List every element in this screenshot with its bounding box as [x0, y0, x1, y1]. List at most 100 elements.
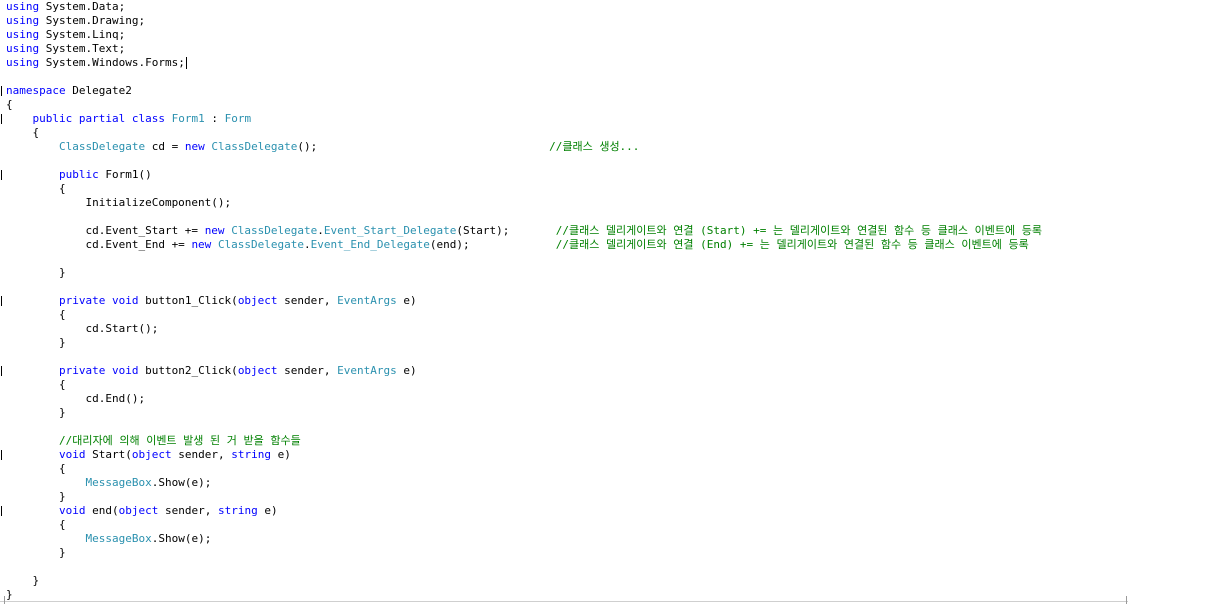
code-editor[interactable]: using System.Data; using System.Drawing; u…: [0, 0, 1216, 604]
outline-collapse-marker[interactable]: [1, 506, 2, 516]
type-token: Event_End_Delegate: [310, 238, 430, 251]
code-line[interactable]: {: [6, 308, 66, 322]
outline-collapse-marker[interactable]: [1, 114, 2, 124]
keyword-token: using: [6, 42, 40, 55]
keyword-token: namespace: [6, 84, 66, 97]
keyword-token: public: [58, 168, 99, 181]
outline-collapse-marker[interactable]: [1, 86, 2, 96]
code-line[interactable]: public partial class Form1 : Form: [6, 112, 252, 126]
type-token: Event_Start_Delegate: [323, 224, 457, 237]
keyword-token: void: [111, 294, 139, 307]
code-line[interactable]: cd.Event_End += new ClassDelegate.Event_…: [6, 238, 1029, 252]
code-line[interactable]: }: [6, 546, 66, 560]
code-line[interactable]: cd.Event_Start += new ClassDelegate.Even…: [6, 224, 1042, 238]
type-token: Form1: [171, 112, 205, 125]
code-line[interactable]: using System.Drawing;: [6, 14, 145, 28]
code-line[interactable]: void end(object sender, string e): [6, 504, 278, 518]
code-line[interactable]: {: [6, 462, 66, 476]
code-line[interactable]: private void button1_Click(object sender…: [6, 294, 417, 308]
text-token: sender,: [277, 364, 338, 377]
code-line[interactable]: using System.Text;: [6, 42, 125, 56]
keyword-token: object: [118, 504, 159, 517]
text-token: }: [6, 406, 66, 419]
text-token: (Start);: [456, 224, 556, 237]
text-token: button2_Click(: [138, 364, 238, 377]
keyword-token: class: [131, 112, 165, 125]
text-token: System.Linq;: [39, 28, 126, 41]
code-line[interactable]: {: [6, 518, 66, 532]
text-token: sender,: [158, 504, 218, 517]
code-line[interactable]: }: [6, 336, 66, 350]
keyword-token: new: [204, 224, 225, 237]
outline-collapse-marker[interactable]: [1, 366, 2, 376]
code-line[interactable]: }: [6, 588, 13, 602]
comment-token: //클래스 델리게이트와 연결 (Start) += 는 델리게이트와 연결된 …: [555, 224, 1042, 237]
type-token: ClassDelegate: [217, 238, 305, 251]
code-line[interactable]: }: [6, 574, 39, 588]
text-token: .: [317, 224, 324, 237]
text-token: e): [270, 448, 291, 461]
text-token: System.Data;: [39, 0, 126, 13]
type-token: EventArgs: [337, 364, 397, 377]
keyword-token: public: [32, 112, 73, 125]
keyword-token: object: [237, 294, 278, 307]
keyword-token: using: [6, 28, 40, 41]
text-token: sender,: [277, 294, 338, 307]
keyword-token: void: [58, 504, 86, 517]
type-token: ClassDelegate: [58, 140, 146, 153]
keyword-token: new: [191, 238, 212, 251]
text-token: .: [304, 238, 311, 251]
code-line[interactable]: InitializeComponent();: [6, 196, 231, 210]
type-token: Form: [224, 112, 252, 125]
code-line[interactable]: public Form1(): [6, 168, 152, 182]
code-line[interactable]: {: [6, 378, 66, 392]
text-token: .Show(e);: [151, 532, 212, 545]
code-line[interactable]: cd.End();: [6, 392, 145, 406]
code-line[interactable]: {: [6, 98, 13, 112]
text-token: System.Text;: [39, 42, 126, 55]
type-token: MessageBox: [85, 476, 152, 489]
horizontal-scrollbar-track[interactable]: [0, 601, 1128, 602]
code-line[interactable]: using System.Linq;: [6, 28, 125, 42]
code-line[interactable]: {: [6, 126, 39, 140]
type-token: MessageBox: [85, 532, 152, 545]
code-line[interactable]: //대리자에 의해 이벤트 발생 된 거 받을 함수들: [6, 434, 301, 448]
outline-collapse-marker[interactable]: [1, 170, 2, 180]
outline-collapse-marker[interactable]: [1, 296, 2, 306]
code-line[interactable]: }: [6, 266, 66, 280]
code-line[interactable]: void Start(object sender, string e): [6, 448, 291, 462]
code-line[interactable]: private void button2_Click(object sender…: [6, 364, 417, 378]
code-line[interactable]: namespace Delegate2: [6, 84, 132, 98]
text-token: System.Drawing;: [39, 14, 146, 27]
keyword-token: void: [58, 448, 86, 461]
text-token: {: [6, 98, 13, 111]
text-token: }: [6, 266, 66, 279]
text-caret: [185, 57, 187, 69]
text-token: cd.Event_Start +=: [6, 224, 205, 237]
text-token: Delegate2: [65, 84, 132, 97]
code-line[interactable]: using System.Windows.Forms;: [6, 56, 187, 70]
code-line[interactable]: }: [6, 406, 66, 420]
text-token: }: [6, 336, 66, 349]
comment-token: //클래스 델리게이트와 연결 (End) += 는 델리게이트와 연결된 함수…: [555, 238, 1029, 251]
code-line[interactable]: cd.Start();: [6, 322, 158, 336]
text-token: .Show(e);: [151, 476, 212, 489]
code-line[interactable]: MessageBox.Show(e);: [6, 532, 211, 546]
text-token: Form1(): [98, 168, 152, 181]
code-line[interactable]: using System.Data;: [6, 0, 125, 14]
code-line[interactable]: ClassDelegate cd = new ClassDelegate(); …: [6, 140, 639, 154]
code-line[interactable]: {: [6, 182, 66, 196]
code-line[interactable]: }: [6, 490, 66, 504]
outline-collapse-marker[interactable]: [1, 450, 2, 460]
code-line[interactable]: MessageBox.Show(e);: [6, 476, 211, 490]
text-token: e): [257, 504, 278, 517]
text-token: System.Windows.Forms;: [39, 56, 185, 69]
